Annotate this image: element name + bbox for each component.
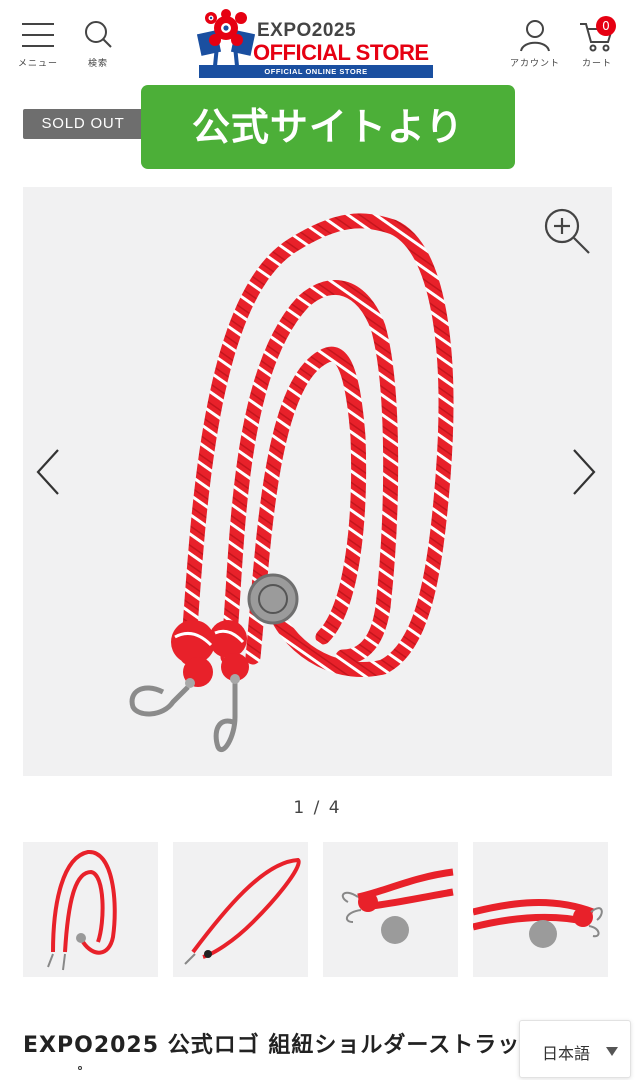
caret-down-icon xyxy=(606,1047,618,1056)
product-main-image[interactable] xyxy=(23,187,612,776)
thumbnail-1[interactable] xyxy=(23,842,158,977)
language-selected-label: 日本語 xyxy=(542,1044,591,1063)
search-button[interactable]: 検索 xyxy=(68,16,128,69)
cart-button[interactable]: 0 カート xyxy=(567,16,627,69)
next-image-button[interactable] xyxy=(566,444,602,500)
expo-official-store-logo[interactable]: EXPO2025 OFFICIAL STORE OFFICIAL ONLINE … xyxy=(195,4,435,78)
account-label: アカウント xyxy=(509,59,560,69)
thumbnail-2[interactable] xyxy=(173,842,308,977)
previous-image-button[interactable] xyxy=(30,444,66,500)
myaku-myaku-mascot-logo xyxy=(196,9,256,67)
account-icon xyxy=(516,16,554,54)
chevron-right-icon xyxy=(573,449,596,495)
thumbnail-photo xyxy=(341,868,454,944)
menu-label: メニュー xyxy=(17,59,58,69)
search-label: 検索 xyxy=(87,59,108,69)
title-second-line-glyph xyxy=(78,1066,82,1070)
cart-count-badge: 0 xyxy=(596,16,616,36)
zoom-in-icon xyxy=(544,208,590,254)
logo-expo-text: EXPO2025 xyxy=(257,20,357,41)
chevron-left-icon xyxy=(36,449,59,495)
account-button[interactable]: アカウント xyxy=(505,16,565,69)
thumbnail-photo xyxy=(184,857,301,965)
hamburger-menu-icon xyxy=(19,16,57,54)
thumbnail-4[interactable] xyxy=(473,842,608,977)
image-pager: 1 / 4 xyxy=(293,798,342,818)
thumbnail-strip xyxy=(23,842,612,977)
site-header: メニュー 検索 EXPO2025 OFFICIAL STORE OFFICIAL… xyxy=(0,0,635,78)
search-icon xyxy=(79,16,117,54)
cart-label: カート xyxy=(581,59,612,69)
menu-button[interactable]: メニュー xyxy=(8,16,68,69)
zoom-in-button[interactable] xyxy=(541,206,593,258)
language-select[interactable]: 日本語 xyxy=(519,1020,631,1078)
thumbnail-photo xyxy=(47,850,117,971)
product-title: EXPO2025 公式ロゴ 組紐ショルダーストラップ xyxy=(23,1033,523,1058)
braided-strap-photo xyxy=(129,213,454,752)
cart-icon: 0 xyxy=(578,16,616,54)
logo-store-text: OFFICIAL STORE xyxy=(253,40,429,65)
sold-out-badge: SOLD OUT xyxy=(23,109,143,139)
thumbnail-3[interactable] xyxy=(323,842,458,977)
official-site-sticker: 公式サイトより xyxy=(141,85,515,169)
thumbnail-photo xyxy=(473,899,603,948)
logo-tagline: OFFICIAL ONLINE STORE xyxy=(199,65,433,78)
